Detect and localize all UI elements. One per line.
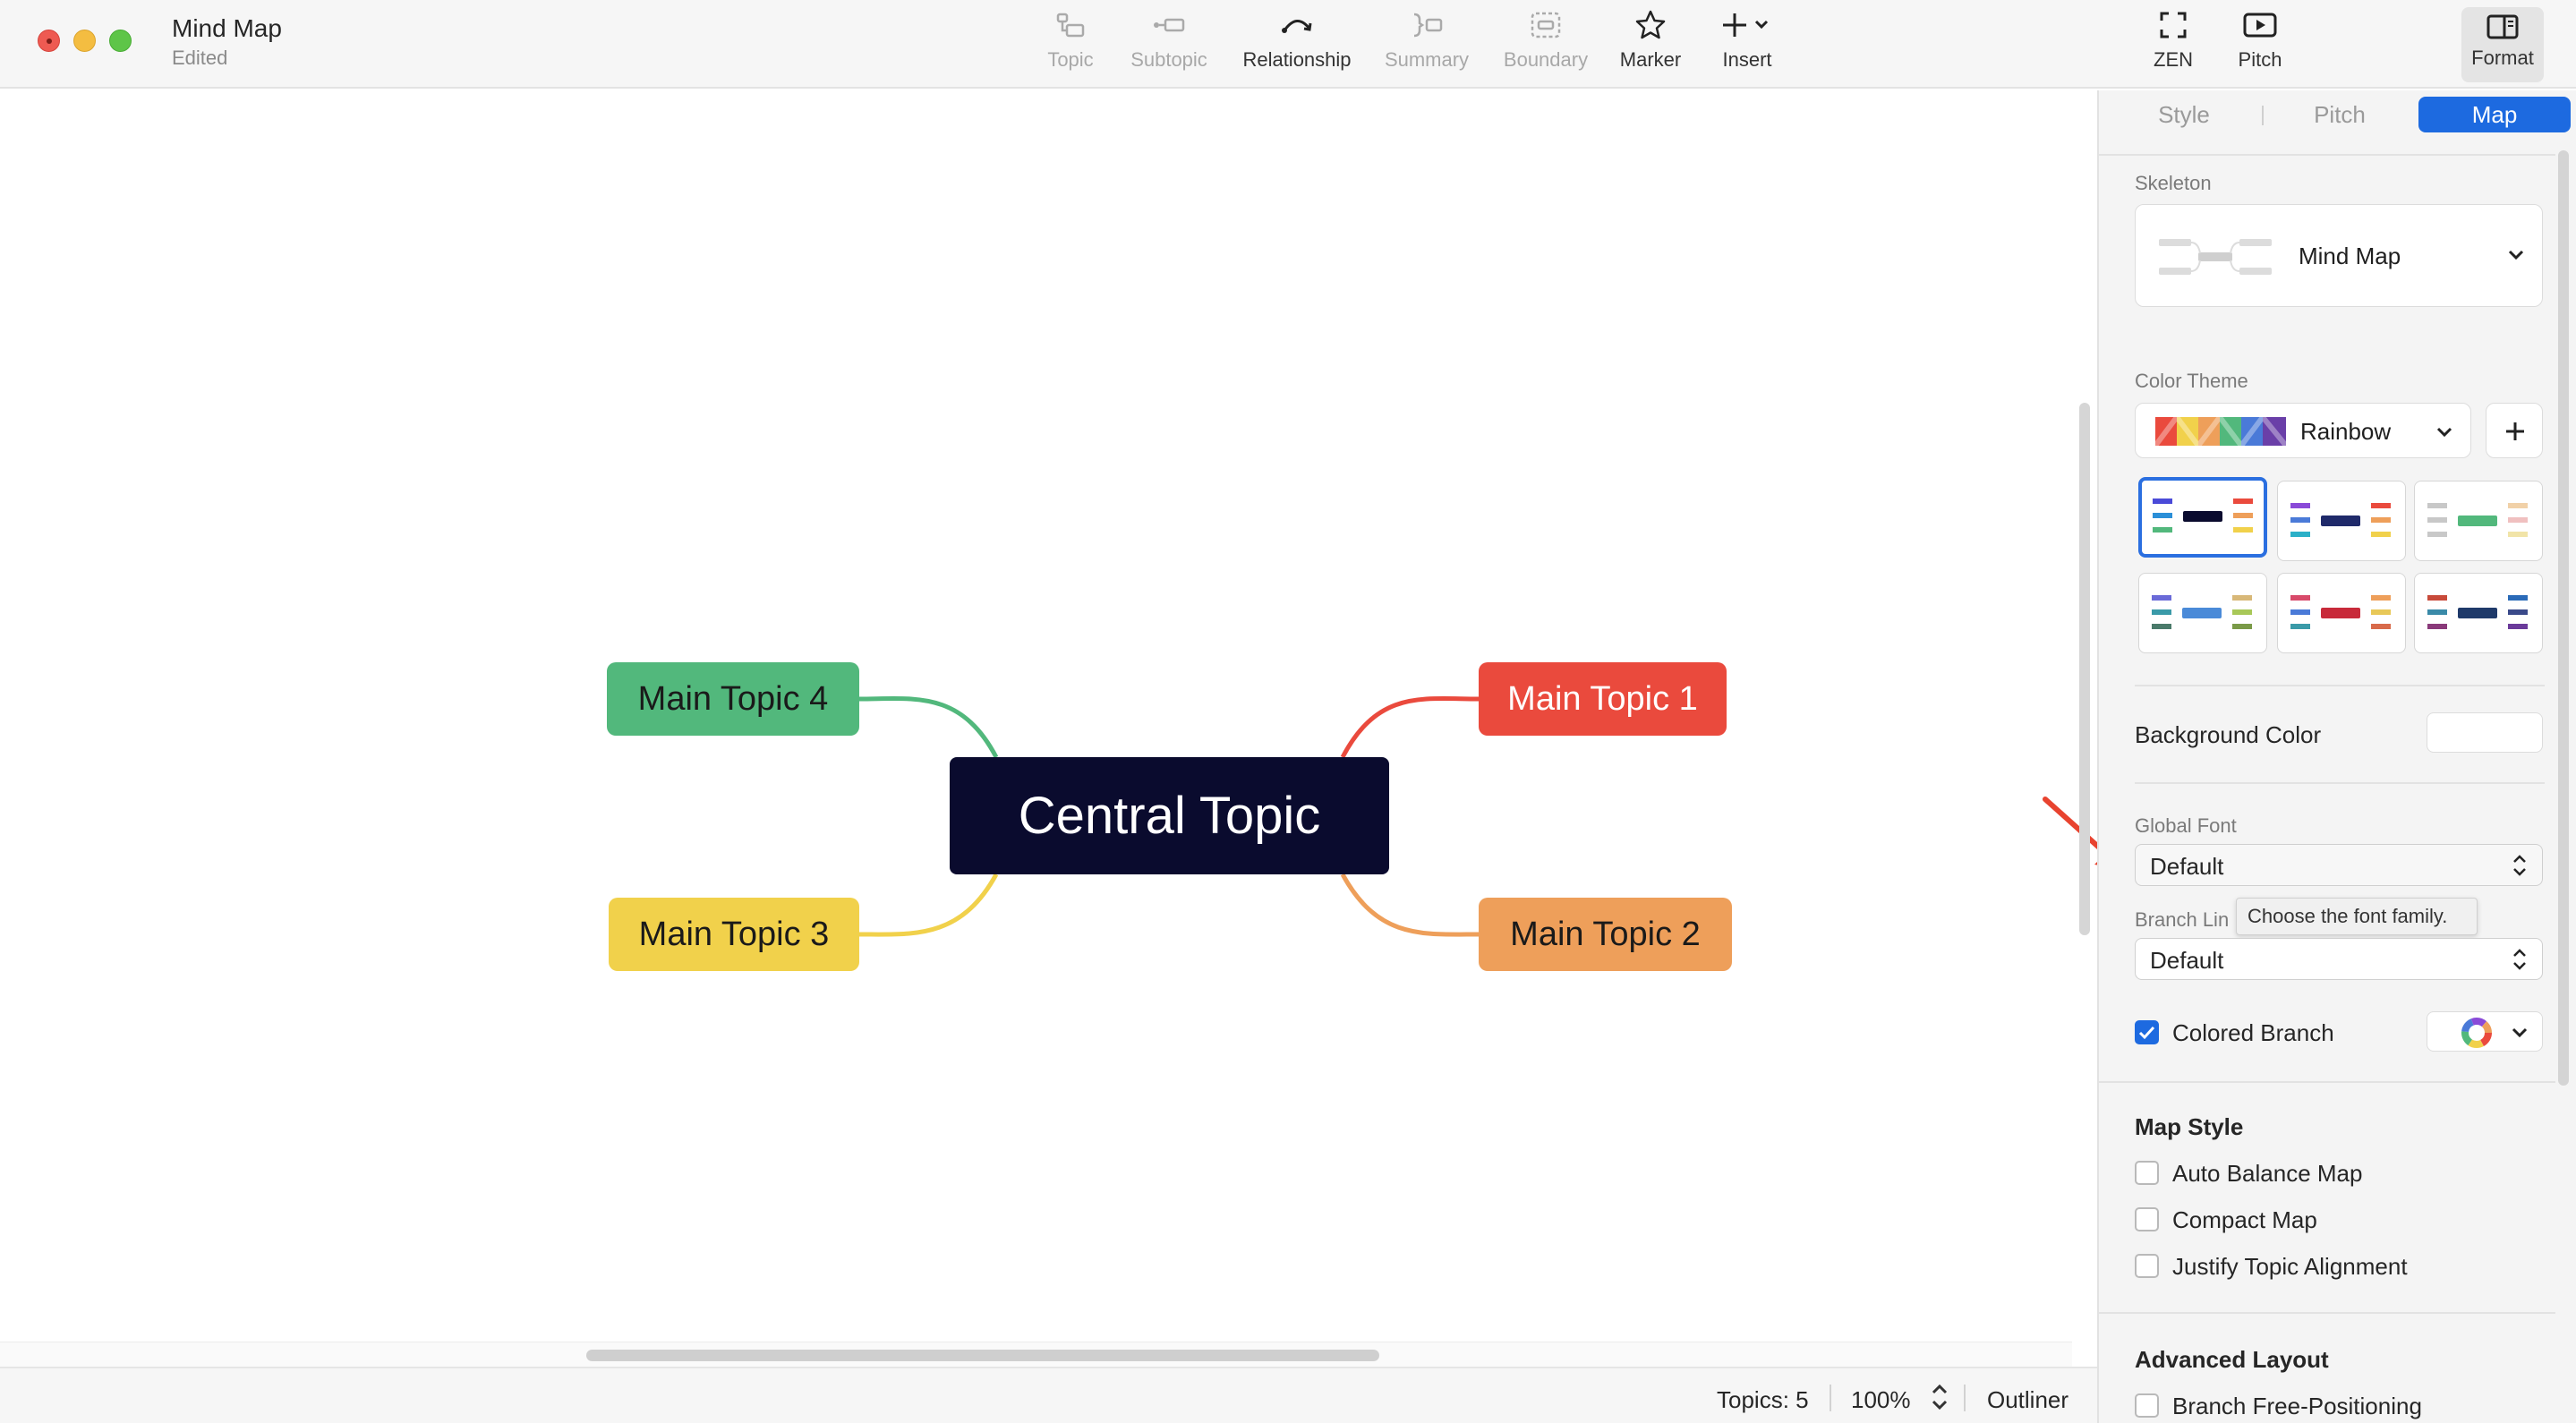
theme-thumbnail-6[interactable]	[2414, 573, 2543, 653]
theme-thumbnail-4[interactable]	[2138, 573, 2267, 653]
zoom-level[interactable]: 100%	[1851, 1386, 1911, 1414]
status-bar: Topics: 5 100% Outliner	[0, 1367, 2097, 1423]
plus-icon	[2506, 422, 2524, 440]
tab-style[interactable]: Style	[2114, 97, 2254, 132]
auto-balance-map-checkbox[interactable]	[2135, 1161, 2159, 1185]
main-topic-1[interactable]: Main Topic 1	[1479, 662, 1727, 736]
canvas-horizontal-scrollbar-track	[0, 1342, 2072, 1367]
background-color-well[interactable]	[2427, 712, 2543, 753]
global-font-select[interactable]: Default	[2135, 844, 2543, 886]
color-theme-label: Color Theme	[2135, 370, 2248, 392]
tab-pitch[interactable]: Pitch	[2270, 97, 2410, 132]
global-font-label: Global Font	[2135, 814, 2237, 837]
main-topic-4[interactable]: Main Topic 4	[607, 662, 859, 736]
mind-map-skeleton-icon	[2159, 239, 2272, 275]
branch-line-topic-2	[1340, 873, 1480, 937]
theme-thumbnail-5[interactable]	[2277, 573, 2406, 653]
color-theme-value: Rainbow	[2300, 418, 2392, 445]
compact-map-label: Compact Map	[2172, 1206, 2317, 1233]
map-style-heading: Map Style	[2135, 1113, 2244, 1140]
chevron-down-icon	[2436, 427, 2452, 438]
branch-line-value: Default	[2150, 947, 2224, 974]
main-topic-3[interactable]: Main Topic 3	[609, 898, 859, 971]
branch-color-picker[interactable]	[2427, 1011, 2543, 1052]
canvas-vertical-scrollbar[interactable]	[2079, 403, 2090, 935]
advanced-layout-heading: Advanced Layout	[2135, 1346, 2329, 1373]
main-topic-2[interactable]: Main Topic 2	[1479, 898, 1732, 971]
colored-branch-checkbox[interactable]	[2135, 1020, 2159, 1044]
central-topic[interactable]: Central Topic	[950, 757, 1389, 874]
background-color-label: Background Color	[2135, 721, 2322, 748]
skeleton-label: Skeleton	[2135, 172, 2212, 194]
justify-topic-alignment-checkbox[interactable]	[2135, 1254, 2159, 1278]
up-down-chevron-icon	[2513, 949, 2526, 970]
branch-free-positioning-label: Branch Free-Positioning	[2172, 1393, 2422, 1419]
global-font-value: Default	[2150, 853, 2224, 880]
canvas-horizontal-scrollbar[interactable]	[586, 1350, 1379, 1361]
colored-branch-label: Colored Branch	[2172, 1019, 2334, 1046]
theme-thumbnail-2[interactable]	[2277, 481, 2406, 561]
skeleton-select[interactable]: Mind Map	[2135, 204, 2543, 307]
branch-free-positioning-checkbox[interactable]	[2135, 1393, 2159, 1418]
branch-line-topic-1	[1340, 695, 1480, 759]
checkmark-icon	[2138, 1026, 2155, 1040]
tab-map[interactable]: Map	[2418, 97, 2571, 132]
chevron-down-icon	[2512, 1027, 2528, 1038]
theme-thumbnail-1[interactable]	[2138, 477, 2267, 558]
auto-balance-map-label: Auto Balance Map	[2172, 1160, 2363, 1187]
skeleton-value: Mind Map	[2299, 243, 2401, 269]
font-family-tooltip: Choose the font family.	[2236, 898, 2478, 935]
theme-thumbnail-3[interactable]	[2414, 481, 2543, 561]
branch-line-label: Branch Lin	[2135, 908, 2230, 931]
color-theme-select[interactable]: Rainbow	[2135, 403, 2471, 458]
branch-line-select[interactable]: Default	[2135, 938, 2543, 980]
branch-line-topic-3	[858, 873, 999, 937]
up-down-chevron-icon	[2513, 855, 2526, 876]
color-wheel-icon	[2461, 1018, 2492, 1048]
zoom-stepper-icon[interactable]	[1930, 1381, 1949, 1419]
branch-line-topic-4	[858, 695, 999, 759]
chevron-down-icon	[2508, 250, 2524, 260]
add-color-theme-button[interactable]	[2486, 403, 2543, 458]
compact-map-checkbox[interactable]	[2135, 1207, 2159, 1231]
outliner-button[interactable]: Outliner	[1987, 1386, 2068, 1414]
justify-topic-alignment-label: Justify Topic Alignment	[2172, 1253, 2408, 1280]
topic-count: Topics: 5	[1717, 1386, 1809, 1413]
panel-scrollbar[interactable]	[2558, 150, 2569, 1086]
rainbow-swatch-icon	[2155, 417, 2286, 446]
